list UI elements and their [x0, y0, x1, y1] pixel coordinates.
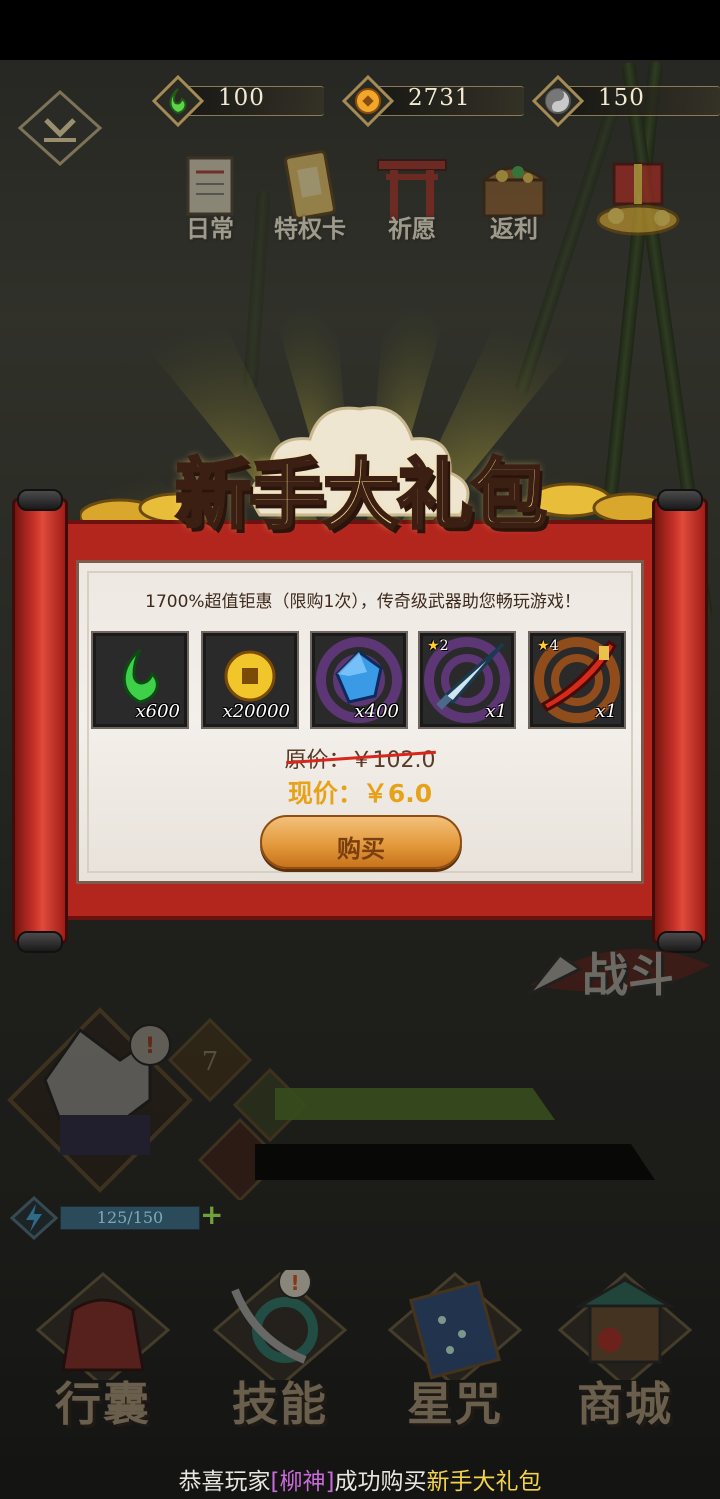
- buy-button[interactable]: 购买: [260, 815, 462, 869]
- current-price: 现价：￥6.0: [287, 779, 433, 808]
- reward-item-gem[interactable]: x400: [310, 631, 408, 729]
- scroll-rod-left: [12, 489, 68, 953]
- top-menu-label: 日常: [186, 214, 234, 243]
- top-menu-label: 祈愿: [388, 214, 436, 243]
- scroll-rod-right: [652, 489, 708, 953]
- jade-icon: [152, 75, 204, 127]
- star-map-icon: [387, 1272, 523, 1388]
- resource-jade[interactable]: 100: [152, 70, 332, 132]
- gift-icon: [596, 162, 680, 236]
- nav-bag[interactable]: 行囊: [18, 1270, 188, 1440]
- top-menu-privilege-card[interactable]: 特权卡: [262, 150, 358, 246]
- popup-title: 新手大礼包: [174, 449, 549, 541]
- item-star-rank: ★4: [537, 638, 559, 654]
- skill-icon: !: [212, 1265, 348, 1388]
- reward-item-sword[interactable]: ★2 x1: [418, 631, 516, 729]
- item-quantity: x600: [135, 701, 180, 722]
- nav-star-curse[interactable]: 星咒: [370, 1270, 540, 1440]
- nav-shop[interactable]: 商城: [540, 1270, 710, 1440]
- ticker-item: 新手大礼包: [426, 1469, 542, 1495]
- resource-spirit[interactable]: 150: [532, 70, 720, 132]
- battle-label: 战斗: [582, 948, 674, 1002]
- nav-skill[interactable]: ! 技能: [195, 1265, 365, 1440]
- svg-text:!: !: [290, 1271, 299, 1295]
- add-energy-button[interactable]: +: [200, 1198, 223, 1231]
- original-price: 原价：￥102.0: [284, 748, 436, 773]
- spirit-icon: [532, 75, 584, 127]
- item-star-rank: ★2: [427, 638, 449, 654]
- nav-label: 星咒: [407, 1377, 503, 1431]
- status-bar: [0, 0, 720, 60]
- top-menu-label: 返利: [490, 214, 538, 243]
- nav-label: 行囊: [55, 1377, 151, 1431]
- top-menu-daily[interactable]: 日常: [162, 150, 258, 246]
- energy-meter: 125/150 +: [9, 1195, 223, 1241]
- reward-item-coin[interactable]: x20000: [201, 631, 299, 729]
- battle-button[interactable]: 战斗: [520, 925, 720, 1015]
- item-quantity: x1: [595, 701, 617, 722]
- menu-collapse-button[interactable]: [14, 88, 106, 168]
- lightning-icon: [9, 1195, 59, 1241]
- buy-button-label: 购买: [337, 835, 385, 863]
- purchase-ticker: 恭喜玩家[柳神]成功购买新手大礼包: [178, 1469, 542, 1495]
- nav-label: 商城: [577, 1377, 673, 1431]
- popup-description: 1700%超值钜惠（限购1次），传奇级武器助您畅玩游戏！: [145, 592, 581, 612]
- top-menu-wish[interactable]: 祈愿: [364, 150, 460, 246]
- reward-item-jade[interactable]: x600: [91, 631, 189, 729]
- jade-count: 100: [218, 85, 265, 111]
- coin-icon: [342, 75, 394, 127]
- nav-label: 技能: [232, 1377, 328, 1431]
- top-menu-label: 特权卡: [274, 214, 346, 243]
- energy-text: 125/150: [96, 1208, 164, 1227]
- coin-count: 2731: [408, 85, 471, 111]
- resource-coin[interactable]: 2731: [342, 70, 532, 132]
- spirit-count: 150: [598, 85, 645, 111]
- top-menu-rebate[interactable]: 返利: [466, 150, 562, 246]
- ticker-player: [柳神]: [270, 1469, 335, 1495]
- item-quantity: x1: [485, 701, 507, 722]
- shop-icon: [557, 1272, 693, 1388]
- item-quantity: x400: [354, 701, 399, 722]
- item-quantity: x20000: [222, 701, 290, 722]
- top-menu-gift[interactable]: [592, 150, 688, 246]
- reward-item-blade[interactable]: ★4 x1: [528, 631, 626, 729]
- bag-icon: [35, 1272, 171, 1388]
